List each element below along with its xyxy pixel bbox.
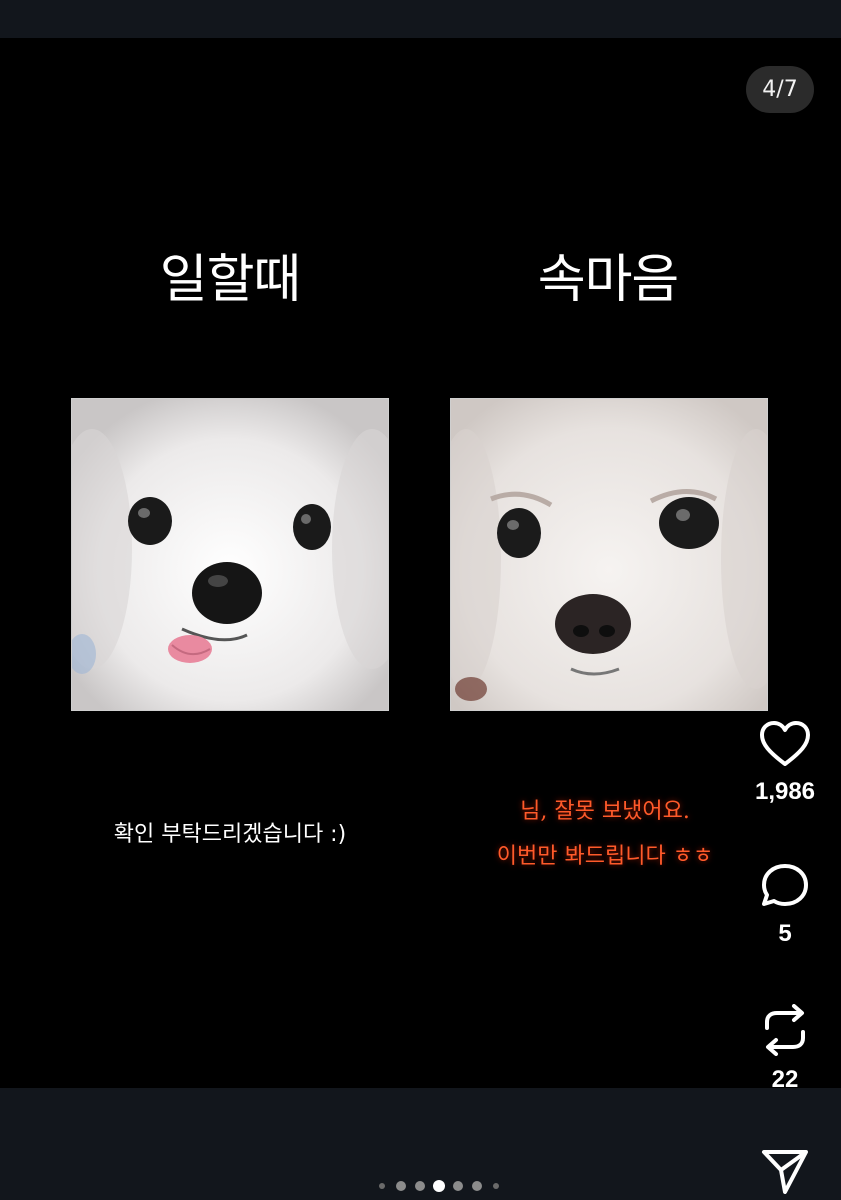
heading-left: 일할때 [159, 250, 302, 310]
repost-arrows-icon [765, 1004, 805, 1056]
carousel-dots[interactable] [370, 1179, 499, 1193]
like-button[interactable]: 1,986 [740, 720, 830, 806]
reply-count: 5 [778, 920, 792, 947]
repost-count: 22 [771, 1066, 799, 1093]
repost-button[interactable]: 22 [740, 1004, 830, 1094]
top-bar [0, 0, 841, 38]
caption-right-line2: 이번만 봐드립니다 ㅎㅎ [496, 844, 714, 869]
dog-photo-left[interactable] [71, 398, 389, 711]
post-viewer: 4/7 일할때 속마음 확인 부탁드리겠습니다:) 님, 잘못 보냈어요. 이… [0, 0, 841, 1200]
carousel-dot[interactable] [433, 1180, 445, 1192]
carousel-dot[interactable] [379, 1183, 385, 1189]
carousel-dot[interactable] [493, 1183, 499, 1189]
comment-bubble-icon [762, 864, 808, 906]
carousel-dot[interactable] [453, 1181, 463, 1191]
carousel-dot[interactable] [415, 1181, 425, 1191]
like-count: 1,986 [754, 778, 816, 805]
carousel-dot[interactable] [472, 1181, 482, 1191]
caption-right-line1: 님, 잘못 보냈어요. [520, 799, 690, 824]
dog-photo-right[interactable] [450, 398, 768, 711]
heading-right: 속마음 [537, 250, 680, 310]
carousel-dot[interactable] [396, 1181, 406, 1191]
send-icon [762, 1150, 808, 1194]
slide-counter: 4/7 [746, 66, 814, 113]
share-button[interactable] [740, 1148, 830, 1194]
heart-icon [760, 721, 810, 766]
reply-button[interactable]: 5 [740, 862, 830, 948]
caption-left: 확인 부탁드리겠습니다 :) [113, 822, 347, 847]
